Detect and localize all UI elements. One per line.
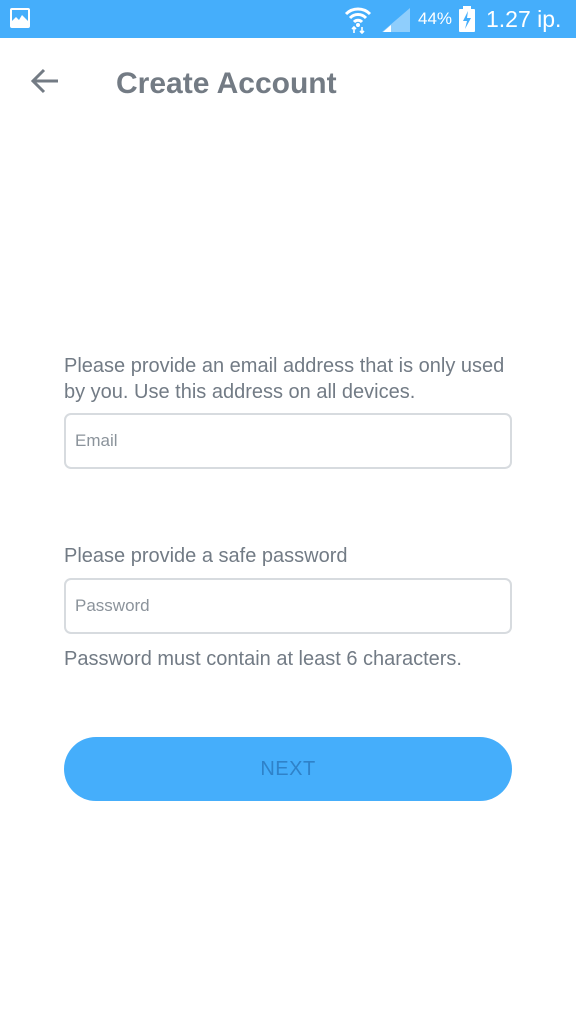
back-button[interactable] [26,64,64,102]
gallery-icon [10,8,30,28]
password-requirement-hint: Password must contain at least 6 charact… [64,648,462,670]
page-title: Create Account [116,67,337,100]
email-instructions: Please provide an email address that is … [64,355,505,403]
next-button[interactable]: NEXT [64,737,512,801]
status-time: 1.27 ip. [486,6,562,32]
arrow-left-icon [30,68,60,99]
battery-percent: 44% [418,9,453,28]
wifi-icon [344,4,372,39]
email-field[interactable] [64,413,512,469]
signal-icon [382,8,410,37]
password-field[interactable] [64,578,512,634]
status-bar: 44% 1.27 ip. [0,0,576,38]
password-instructions: Please provide a safe password [64,545,348,567]
battery-charging-icon [458,6,476,37]
